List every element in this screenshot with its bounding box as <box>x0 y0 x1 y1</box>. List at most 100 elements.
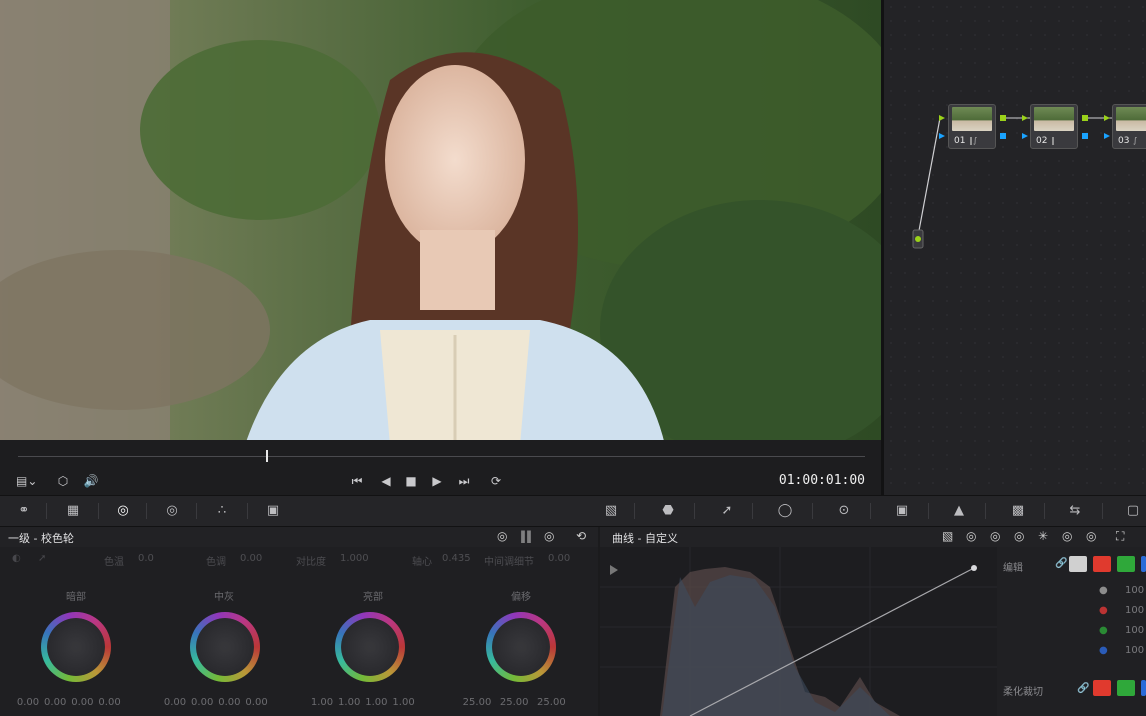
link-icon[interactable]: 🔗 <box>1055 558 1067 569</box>
lum-vs-sat-icon[interactable]: ✳ <box>1038 529 1048 543</box>
node-output-pin[interactable] <box>1082 115 1088 121</box>
scrubber-track[interactable] <box>18 456 865 457</box>
wheel-label-lift: 暗部 <box>66 592 86 603</box>
stop-icon[interactable]: ■ <box>402 473 420 489</box>
auto-balance-icon[interactable]: ◐ <box>12 553 21 564</box>
loop-icon[interactable]: ⟳ <box>487 473 505 489</box>
red-intensity-value[interactable]: 100 <box>1125 605 1144 616</box>
offset-values: 25.00 25.00 25.00 <box>460 697 568 708</box>
link-icon[interactable]: 🔗 <box>1077 683 1089 694</box>
temp-label: 色温 <box>104 557 124 568</box>
lift-wheel[interactable] <box>41 612 111 682</box>
viewer-mode-icon[interactable]: ▤⌄ <box>16 473 37 489</box>
gain-y-value[interactable]: 1.00 <box>310 697 334 708</box>
play-icon[interactable]: ▶ <box>428 473 446 489</box>
hue-vs-sat-icon[interactable]: ◎ <box>990 529 1000 543</box>
node-01[interactable]: 01 ‖∫ <box>948 104 996 149</box>
node-key-output-pin[interactable] <box>1000 133 1006 139</box>
rgb-mixer-icon[interactable]: ∴ <box>211 502 233 520</box>
soft-clip-red-button[interactable] <box>1093 680 1111 696</box>
divider <box>694 503 695 519</box>
green-channel-button[interactable] <box>1117 556 1135 572</box>
blue-dot-icon: ● <box>1099 645 1108 656</box>
offset-wheel[interactable] <box>486 612 556 682</box>
gamma-r-value[interactable]: 0.00 <box>190 697 214 708</box>
offset-g-value[interactable]: 25.00 <box>497 697 531 708</box>
gain-r-value[interactable]: 1.00 <box>337 697 361 708</box>
key-icon[interactable]: ▩ <box>1007 502 1029 520</box>
hue-vs-lum-icon[interactable]: ◎ <box>1014 529 1024 543</box>
tint-value[interactable]: 0.00 <box>240 553 262 564</box>
lift-b-value[interactable]: 0.00 <box>98 697 122 708</box>
reset-icon[interactable]: ⟲ <box>576 529 586 543</box>
playhead[interactable] <box>266 450 268 462</box>
camera-raw-icon[interactable]: ⚭ <box>13 502 35 520</box>
node-editor[interactable]: 01 ‖∫ 02 ‖ 03 ∫ <box>884 0 1146 495</box>
gamma-b-value[interactable]: 0.00 <box>245 697 269 708</box>
curves-graph[interactable] <box>600 547 997 716</box>
volume-icon[interactable]: 🔊 <box>82 473 100 489</box>
color-match-icon[interactable]: ▦ <box>62 502 84 520</box>
color-wheels-panel: ◐ ➚ 色温 0.0 色调 0.00 对比度 1.000 轴心 0.435 中间… <box>0 547 598 716</box>
gain-g-value[interactable]: 1.00 <box>364 697 388 708</box>
tracker-icon[interactable]: ⊙ <box>833 502 855 520</box>
offset-r-value[interactable]: 25.00 <box>460 697 494 708</box>
bars-mode-icon[interactable]: ‖‖ <box>520 529 532 543</box>
node-connections <box>912 117 1112 249</box>
skip-forward-icon[interactable]: ⏭ <box>455 473 473 489</box>
offset-b-value[interactable]: 25.00 <box>534 697 568 708</box>
custom-curve-icon[interactable]: ▧ <box>942 529 953 543</box>
curves-canvas[interactable] <box>600 547 997 716</box>
curves-icon[interactable]: ▧ <box>600 502 622 520</box>
qualifier-icon[interactable]: ➚ <box>716 502 738 520</box>
pivot-value[interactable]: 0.435 <box>442 553 471 564</box>
sat-vs-sat-icon[interactable]: ◎ <box>1062 529 1072 543</box>
wheels-mode-icon[interactable]: ◎ <box>497 529 507 543</box>
play-reverse-icon[interactable]: ◀ <box>377 473 395 489</box>
soft-clip-blue-button[interactable] <box>1141 680 1146 696</box>
luma-intensity-value[interactable]: 100 <box>1125 585 1144 596</box>
temp-value[interactable]: 0.0 <box>138 553 154 564</box>
luma-dot-icon: ● <box>1099 585 1108 596</box>
color-wheels-icon[interactable]: ◎ <box>112 502 134 520</box>
gamma-g-value[interactable]: 0.00 <box>217 697 241 708</box>
node-key-output-pin[interactable] <box>1082 133 1088 139</box>
blur-icon[interactable]: ▲ <box>948 502 970 520</box>
node-thumbnail <box>1034 107 1074 131</box>
lift-y-value[interactable]: 0.00 <box>16 697 40 708</box>
sizing-icon[interactable]: ⇆ <box>1064 502 1086 520</box>
lift-g-value[interactable]: 0.00 <box>70 697 94 708</box>
color-warper-icon[interactable]: ⬣ <box>657 502 679 520</box>
contrast-value[interactable]: 1.000 <box>340 553 369 564</box>
gain-b-value[interactable]: 1.00 <box>392 697 416 708</box>
motion-effects-icon[interactable]: ▣ <box>262 502 284 520</box>
mid-detail-value[interactable]: 0.00 <box>548 553 570 564</box>
node-03[interactable]: 03 ∫ <box>1112 104 1146 149</box>
divider <box>1102 503 1103 519</box>
expand-icon[interactable]: ⛶ <box>1116 529 1124 544</box>
hdr-wheels-icon[interactable]: ◎ <box>161 502 183 520</box>
3d-icon[interactable]: ▢ <box>1122 502 1144 520</box>
gain-wheel[interactable] <box>335 612 405 682</box>
luma-channel-button[interactable] <box>1069 556 1087 572</box>
skip-back-icon[interactable]: ⏮ <box>348 473 366 489</box>
soft-clip-green-button[interactable] <box>1117 680 1135 696</box>
hue-vs-hue-icon[interactable]: ◎ <box>966 529 976 543</box>
log-mode-icon[interactable]: ◎ <box>544 529 554 543</box>
layers-icon[interactable]: ⬡ <box>54 473 72 489</box>
node-label: 03 <box>1118 136 1130 146</box>
gamma-wheel[interactable] <box>190 612 260 682</box>
lift-r-value[interactable]: 0.00 <box>43 697 67 708</box>
node-02[interactable]: 02 ‖ <box>1030 104 1078 149</box>
picker-icon[interactable]: ➚ <box>38 553 46 564</box>
node-output-pin[interactable] <box>1000 115 1006 121</box>
window-icon[interactable]: ◯ <box>774 502 796 520</box>
blue-intensity-value[interactable]: 100 <box>1125 645 1144 656</box>
green-intensity-value[interactable]: 100 <box>1125 625 1144 636</box>
red-channel-button[interactable] <box>1093 556 1111 572</box>
timeline-scrubber[interactable] <box>0 445 881 467</box>
gamma-y-value[interactable]: 0.00 <box>163 697 187 708</box>
magic-mask-icon[interactable]: ▣ <box>891 502 913 520</box>
blue-channel-button[interactable] <box>1141 556 1146 572</box>
sat-vs-lum-icon[interactable]: ◎ <box>1086 529 1096 543</box>
